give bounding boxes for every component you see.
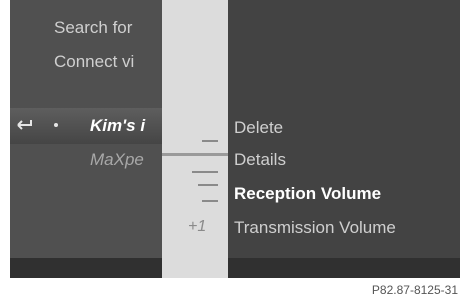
- slot-dash: [202, 200, 218, 202]
- option-details[interactable]: Details: [234, 150, 286, 170]
- left-menu-list: Search for Connect vi Kim's i MaXpe: [10, 0, 162, 278]
- selected-device-name[interactable]: Kim's i: [90, 116, 145, 136]
- display-screen: Search for Connect vi Kim's i MaXpe +1 D…: [10, 0, 460, 278]
- figure-code: P82.87-8125-31: [371, 283, 458, 297]
- menu-separator-strip: [162, 0, 228, 278]
- option-delete[interactable]: Delete: [234, 118, 283, 138]
- slot-dash: [202, 140, 218, 142]
- slot-dash: [198, 184, 218, 186]
- slot-dash: [192, 171, 218, 173]
- volume-indicator: +1: [188, 218, 207, 235]
- menu-item-connect-via[interactable]: Connect vi: [54, 52, 134, 72]
- left-status-bar: [10, 258, 162, 278]
- device-secondary-name[interactable]: MaXpe: [90, 150, 144, 170]
- back-arrow-icon[interactable]: [16, 117, 34, 131]
- option-transmission-volume[interactable]: Transmission Volume: [234, 218, 396, 238]
- option-reception-volume[interactable]: Reception Volume: [234, 184, 381, 204]
- selected-bullet-icon: [54, 123, 58, 127]
- right-status-bar: [228, 258, 460, 278]
- selection-connector-line: [162, 153, 228, 156]
- menu-item-search-for[interactable]: Search for: [54, 18, 132, 38]
